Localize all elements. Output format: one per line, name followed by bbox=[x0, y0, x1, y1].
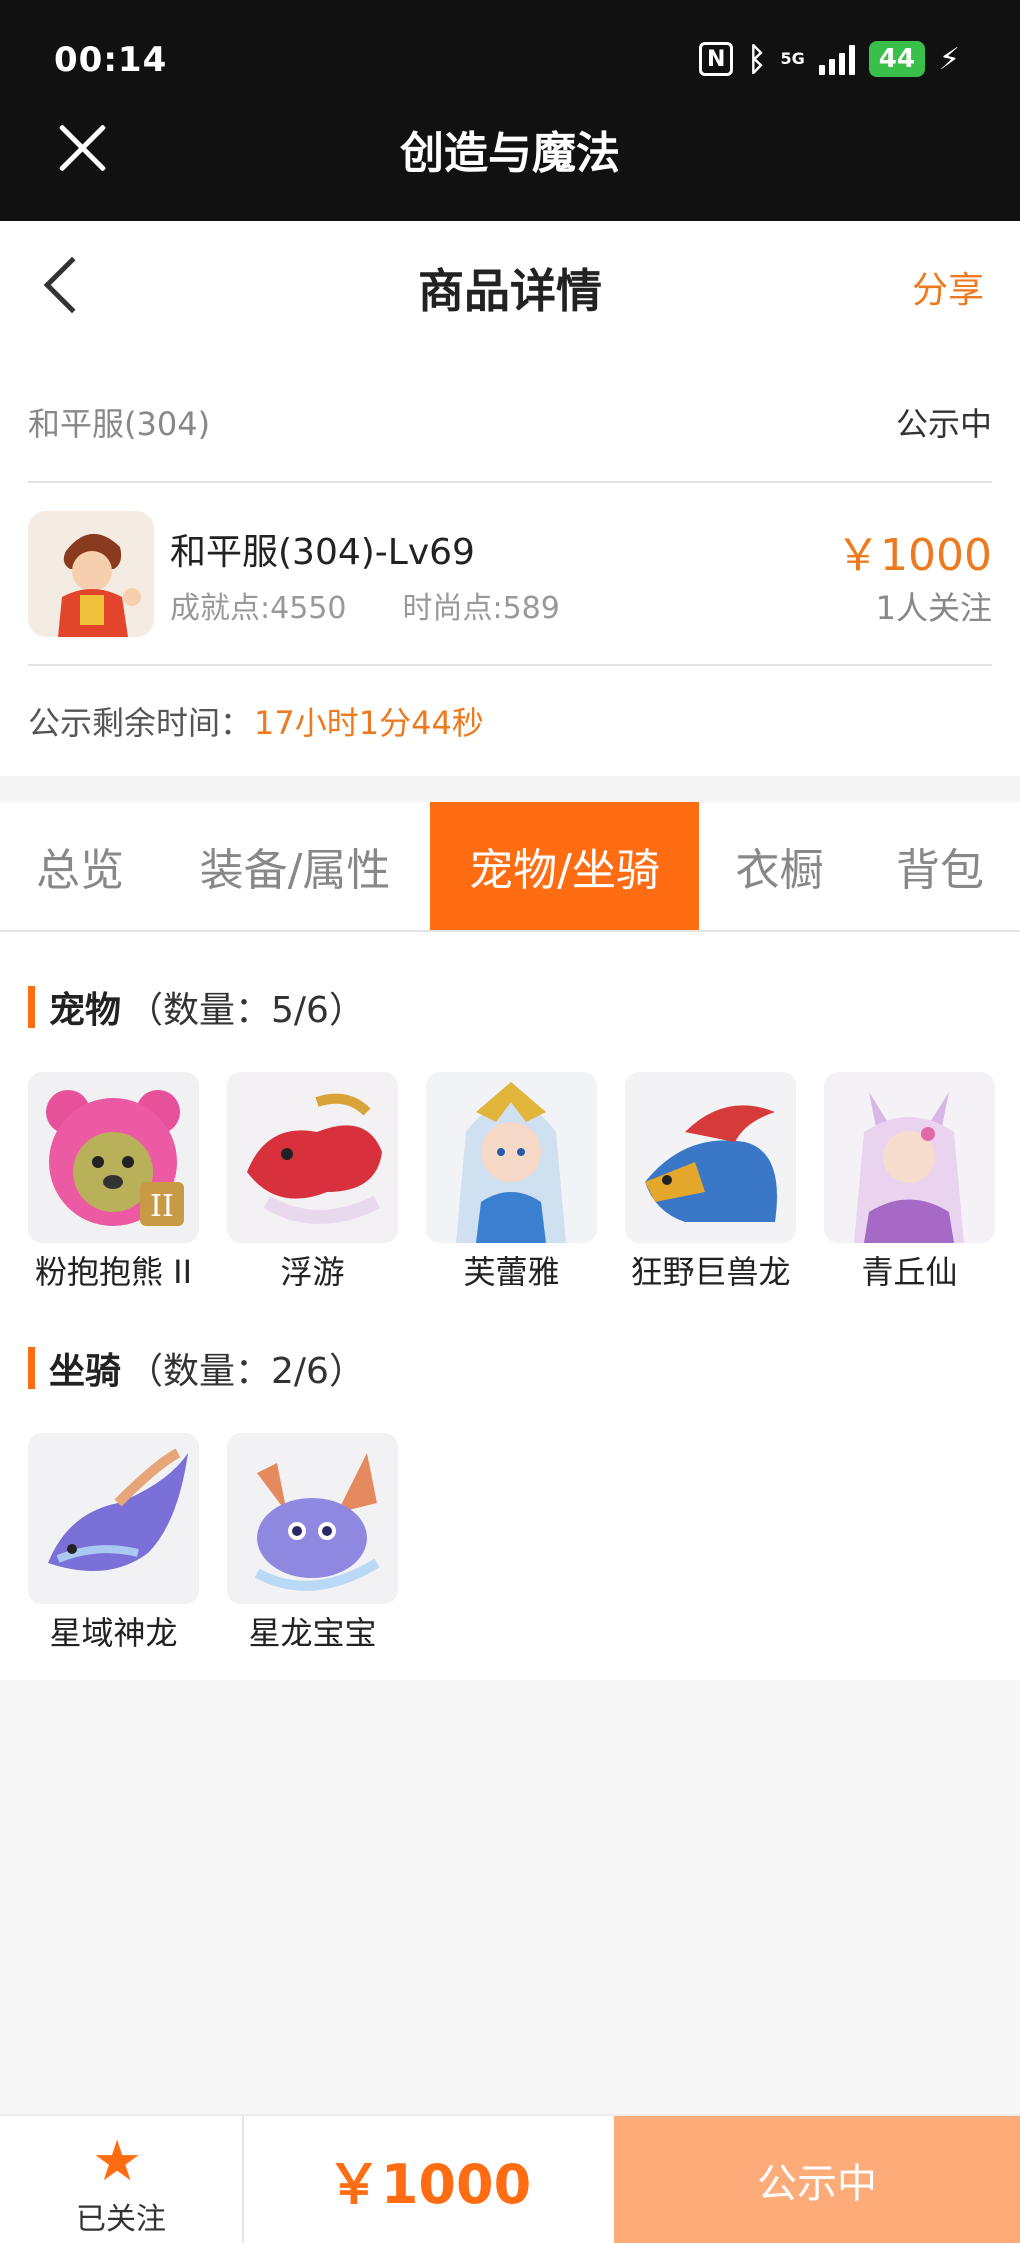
nav-bar: 商品详情 分享 bbox=[0, 221, 1020, 351]
mount-label: 星龙宝宝 bbox=[248, 1614, 377, 1652]
countdown-row: 公示剩余时间： 17小时1分44秒 bbox=[28, 666, 992, 776]
mounts-title: 坐骑 bbox=[49, 1351, 122, 1392]
tab-equipment[interactable]: 装备/属性 bbox=[160, 802, 430, 930]
pets-section: 宠物 （数量：5/6） II 粉抱抱熊 II 浮游 芙蕾雅 狂野巨兽龙 青丘仙 bbox=[0, 932, 1020, 1293]
follow-label: 已关注 bbox=[76, 2202, 166, 2237]
pet-dragon-image bbox=[227, 1072, 398, 1243]
mounts-grid: 星域神龙 星龙宝宝 bbox=[28, 1403, 992, 1654]
app-title: 创造与魔法 bbox=[400, 128, 620, 179]
listing-price: ￥1000 bbox=[836, 530, 992, 581]
achievement-points: 成就点:4550 bbox=[170, 591, 347, 626]
status-icons: N ᛒ 5G 44 ⚡ bbox=[699, 40, 960, 78]
pet-label: 狂野巨兽龙 bbox=[630, 1253, 791, 1291]
battery-icon: 44 bbox=[868, 41, 925, 77]
character-points: 成就点:4550 时尚点:589 bbox=[170, 583, 560, 627]
pet-fox-fairy-image bbox=[824, 1072, 995, 1243]
pet-item[interactable]: 浮游 bbox=[227, 1072, 398, 1293]
star-icon: ★ bbox=[92, 2129, 143, 2194]
bottom-price: ￥1000 bbox=[326, 2153, 532, 2216]
product-summary[interactable]: 和平服(304)-Lv69 成就点:4550 时尚点:589 ￥1000 1人关… bbox=[28, 483, 992, 666]
section-marker bbox=[28, 986, 35, 1028]
pets-count: （数量：5/6） bbox=[127, 990, 365, 1031]
pet-item[interactable]: 芙蕾雅 bbox=[426, 1072, 597, 1293]
section-marker bbox=[28, 1347, 35, 1389]
pet-label: 粉抱抱熊 II bbox=[34, 1253, 193, 1291]
network-type: 5G bbox=[780, 49, 805, 68]
pets-title: 宠物 bbox=[49, 990, 122, 1031]
pet-beast-dragon-image bbox=[625, 1072, 796, 1243]
section-divider bbox=[0, 776, 1020, 802]
mounts-section: 坐骑 （数量：2/6） 星域神龙 星龙宝宝 bbox=[0, 1293, 1020, 1680]
mount-item[interactable]: 星域神龙 bbox=[28, 1433, 199, 1654]
pet-bear-image: II bbox=[28, 1072, 199, 1243]
pet-label: 芙蕾雅 bbox=[463, 1253, 560, 1291]
tab-backpack[interactable]: 背包 bbox=[860, 802, 1020, 930]
follow-button[interactable]: ★ 已关注 bbox=[0, 2116, 244, 2243]
status-button[interactable]: 公示中 bbox=[614, 2116, 1020, 2243]
tab-pets-mounts[interactable]: 宠物/坐骑 bbox=[430, 802, 699, 930]
charging-icon: ⚡ bbox=[938, 41, 960, 77]
mount-label: 星域神龙 bbox=[49, 1614, 178, 1652]
mounts-header: 坐骑 （数量：2/6） bbox=[28, 1293, 992, 1403]
mount-baby-dragon-image bbox=[227, 1433, 398, 1604]
pet-item[interactable]: 狂野巨兽龙 bbox=[625, 1072, 796, 1293]
svg-text:II: II bbox=[150, 1189, 174, 1224]
signal-icon bbox=[818, 43, 855, 75]
pet-label: 浮游 bbox=[280, 1253, 345, 1291]
server-row: 和平服(304) 公示中 bbox=[28, 351, 992, 483]
status-time: 00:14 bbox=[54, 40, 168, 80]
pet-label: 青丘仙 bbox=[861, 1253, 958, 1291]
pets-header: 宠物 （数量：5/6） bbox=[28, 932, 992, 1042]
mount-item[interactable]: 星龙宝宝 bbox=[227, 1433, 398, 1654]
pet-item[interactable]: II 粉抱抱熊 II bbox=[28, 1072, 199, 1293]
share-button[interactable]: 分享 bbox=[912, 261, 984, 313]
tab-overview[interactable]: 总览 bbox=[0, 802, 160, 930]
character-avatar bbox=[28, 511, 154, 637]
app-bar: 创造与魔法 bbox=[0, 95, 1020, 221]
countdown-label: 公示剩余时间： bbox=[28, 704, 253, 742]
character-name: 和平服(304)-Lv69 bbox=[170, 532, 475, 573]
fashion-points: 时尚点:589 bbox=[402, 591, 560, 626]
countdown-value: 17小时1分44秒 bbox=[254, 704, 484, 742]
mount-star-dragon-image bbox=[28, 1433, 199, 1604]
pet-fairy-image bbox=[426, 1072, 597, 1243]
pets-grid: II 粉抱抱熊 II 浮游 芙蕾雅 狂野巨兽龙 青丘仙 bbox=[28, 1042, 995, 1293]
mounts-count: （数量：2/6） bbox=[127, 1351, 365, 1392]
nfc-icon: N bbox=[699, 42, 734, 76]
listing-status: 公示中 bbox=[895, 405, 992, 443]
server-name: 和平服(304) bbox=[28, 405, 211, 443]
detail-tabs: 总览 装备/属性 宠物/坐骑 衣橱 背包 bbox=[0, 802, 1020, 932]
page-title: 商品详情 bbox=[418, 264, 602, 318]
follower-count: 1人关注 bbox=[875, 589, 992, 627]
tab-wardrobe[interactable]: 衣橱 bbox=[699, 802, 860, 930]
bottom-bar: ★ 已关注 ￥1000 公示中 bbox=[0, 2114, 1020, 2243]
pet-item[interactable]: 青丘仙 bbox=[824, 1072, 995, 1293]
bluetooth-icon: ᛒ bbox=[747, 40, 767, 78]
content: 商品详情 分享 和平服(304) 公示中 和平服(304)-Lv69 成就点:4… bbox=[0, 221, 1020, 1680]
